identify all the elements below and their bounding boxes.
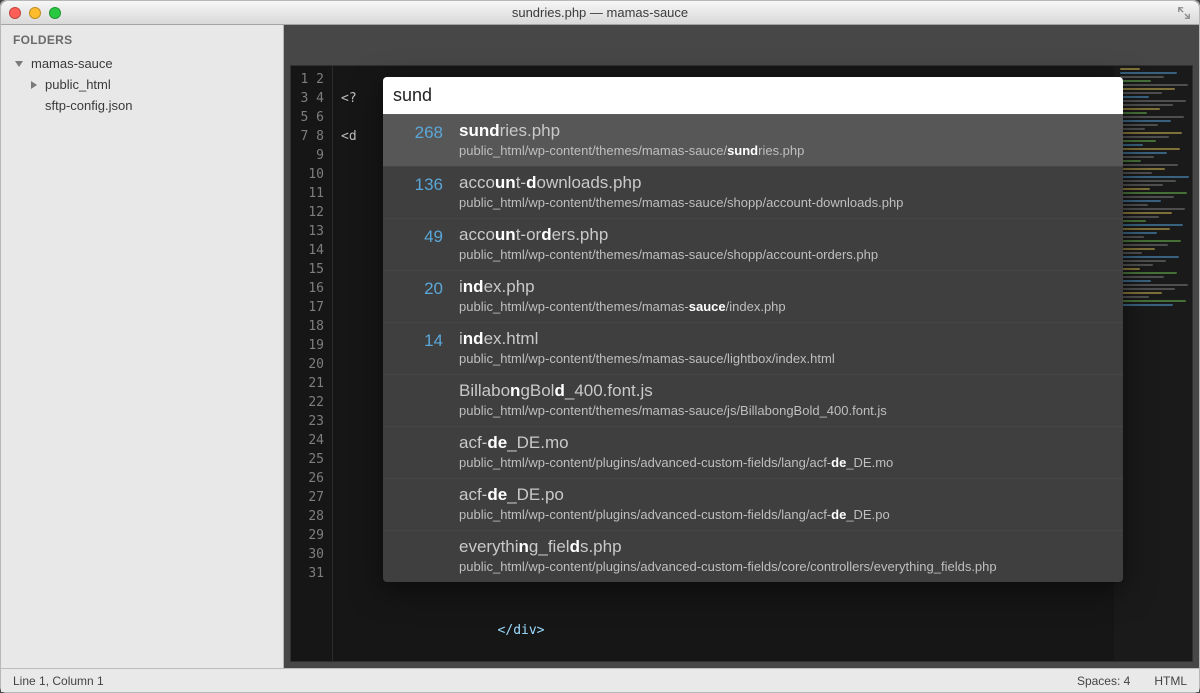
tree-item[interactable]: public_html — [1, 74, 283, 95]
zoom-window-button[interactable] — [49, 7, 61, 19]
result-path: public_html/wp-content/themes/mamas-sauc… — [459, 403, 1107, 418]
result-path: public_html/wp-content/themes/mamas-sauc… — [459, 247, 1107, 262]
disclosure-down-icon — [15, 61, 23, 67]
result-title: BillabongBold_400.font.js — [459, 381, 1107, 401]
result-path: public_html/wp-content/themes/mamas-sauc… — [459, 143, 1107, 158]
goto-result[interactable]: 268 sundries.php public_html/wp-content/th… — [383, 114, 1123, 166]
goto-result[interactable]: . everything_fields.php public_html/wp-con… — [383, 530, 1123, 582]
goto-results-list: 268 sundries.php public_html/wp-content/th… — [383, 114, 1123, 582]
result-path: public_html/wp-content/themes/mamas-sauc… — [459, 351, 1107, 366]
result-path: public_html/wp-content/plugins/advanced-… — [459, 559, 1107, 574]
result-title: index.html — [459, 329, 1107, 349]
status-cursor-position[interactable]: Line 1, Column 1 — [13, 674, 104, 688]
sidebar: FOLDERS mamas-sauce public_html sftp-confi… — [1, 25, 284, 668]
minimap[interactable] — [1114, 66, 1192, 661]
goto-result[interactable]: 49 account-orders.php public_html/wp-conte… — [383, 218, 1123, 270]
goto-result[interactable]: 14 index.html public_html/wp-content/theme… — [383, 322, 1123, 374]
goto-anything-overlay: 268 sundries.php public_html/wp-content/th… — [383, 77, 1123, 582]
result-score: . — [399, 433, 443, 455]
result-path: public_html/wp-content/themes/mamas-sauc… — [459, 299, 1107, 314]
result-title: acf-de_DE.po — [459, 485, 1107, 505]
result-title: account-orders.php — [459, 225, 1107, 245]
window-title: sundries.php — mamas-sauce — [1, 5, 1199, 20]
status-bar: Line 1, Column 1 Spaces: 4 HTML — [1, 668, 1199, 692]
goto-result[interactable]: . acf-de_DE.po public_html/wp-content/plug… — [383, 478, 1123, 530]
traffic-lights — [9, 7, 61, 19]
goto-result[interactable]: . BillabongBold_400.font.js public_html/wp… — [383, 374, 1123, 426]
result-score: . — [399, 381, 443, 403]
disclosure-right-icon — [31, 81, 37, 89]
result-score: . — [399, 485, 443, 507]
status-syntax[interactable]: HTML — [1154, 674, 1187, 688]
result-score: 136 — [399, 173, 443, 195]
tree-item-label: mamas-sauce — [31, 56, 113, 71]
goto-result[interactable]: 20 index.php public_html/wp-content/themes… — [383, 270, 1123, 322]
result-path: public_html/wp-content/plugins/advanced-… — [459, 455, 1107, 470]
result-path: public_html/wp-content/themes/mamas-sauc… — [459, 195, 1107, 210]
goto-result[interactable]: 136 account-downloads.php public_html/wp-c… — [383, 166, 1123, 218]
result-title: acf-de_DE.mo — [459, 433, 1107, 453]
tree-item-label: sftp-config.json — [45, 98, 132, 113]
goto-result[interactable]: . acf-de_DE.mo public_html/wp-content/plug… — [383, 426, 1123, 478]
goto-anything-input[interactable] — [383, 77, 1123, 114]
result-score: 268 — [399, 121, 443, 143]
line-number-gutter: 1 2 3 4 5 6 7 8 9 10 11 12 13 14 15 16 1… — [291, 66, 333, 661]
tree-item-label: public_html — [45, 77, 111, 92]
minimize-window-button[interactable] — [29, 7, 41, 19]
sidebar-header: FOLDERS — [1, 31, 283, 53]
result-title: sundries.php — [459, 121, 1107, 141]
result-title: index.php — [459, 277, 1107, 297]
tree-item[interactable]: sftp-config.json — [1, 95, 283, 116]
tree-item[interactable]: mamas-sauce — [1, 53, 283, 74]
tab-strip[interactable] — [284, 25, 1199, 65]
result-score: 20 — [399, 277, 443, 299]
result-title: everything_fields.php — [459, 537, 1107, 557]
result-title: account-downloads.php — [459, 173, 1107, 193]
title-bar: sundries.php — mamas-sauce — [1, 1, 1199, 25]
result-path: public_html/wp-content/plugins/advanced-… — [459, 507, 1107, 522]
expand-icon[interactable] — [1177, 6, 1191, 20]
result-score: 49 — [399, 225, 443, 247]
result-score: 14 — [399, 329, 443, 351]
result-score: . — [399, 537, 443, 559]
close-window-button[interactable] — [9, 7, 21, 19]
status-indentation[interactable]: Spaces: 4 — [1077, 674, 1130, 688]
